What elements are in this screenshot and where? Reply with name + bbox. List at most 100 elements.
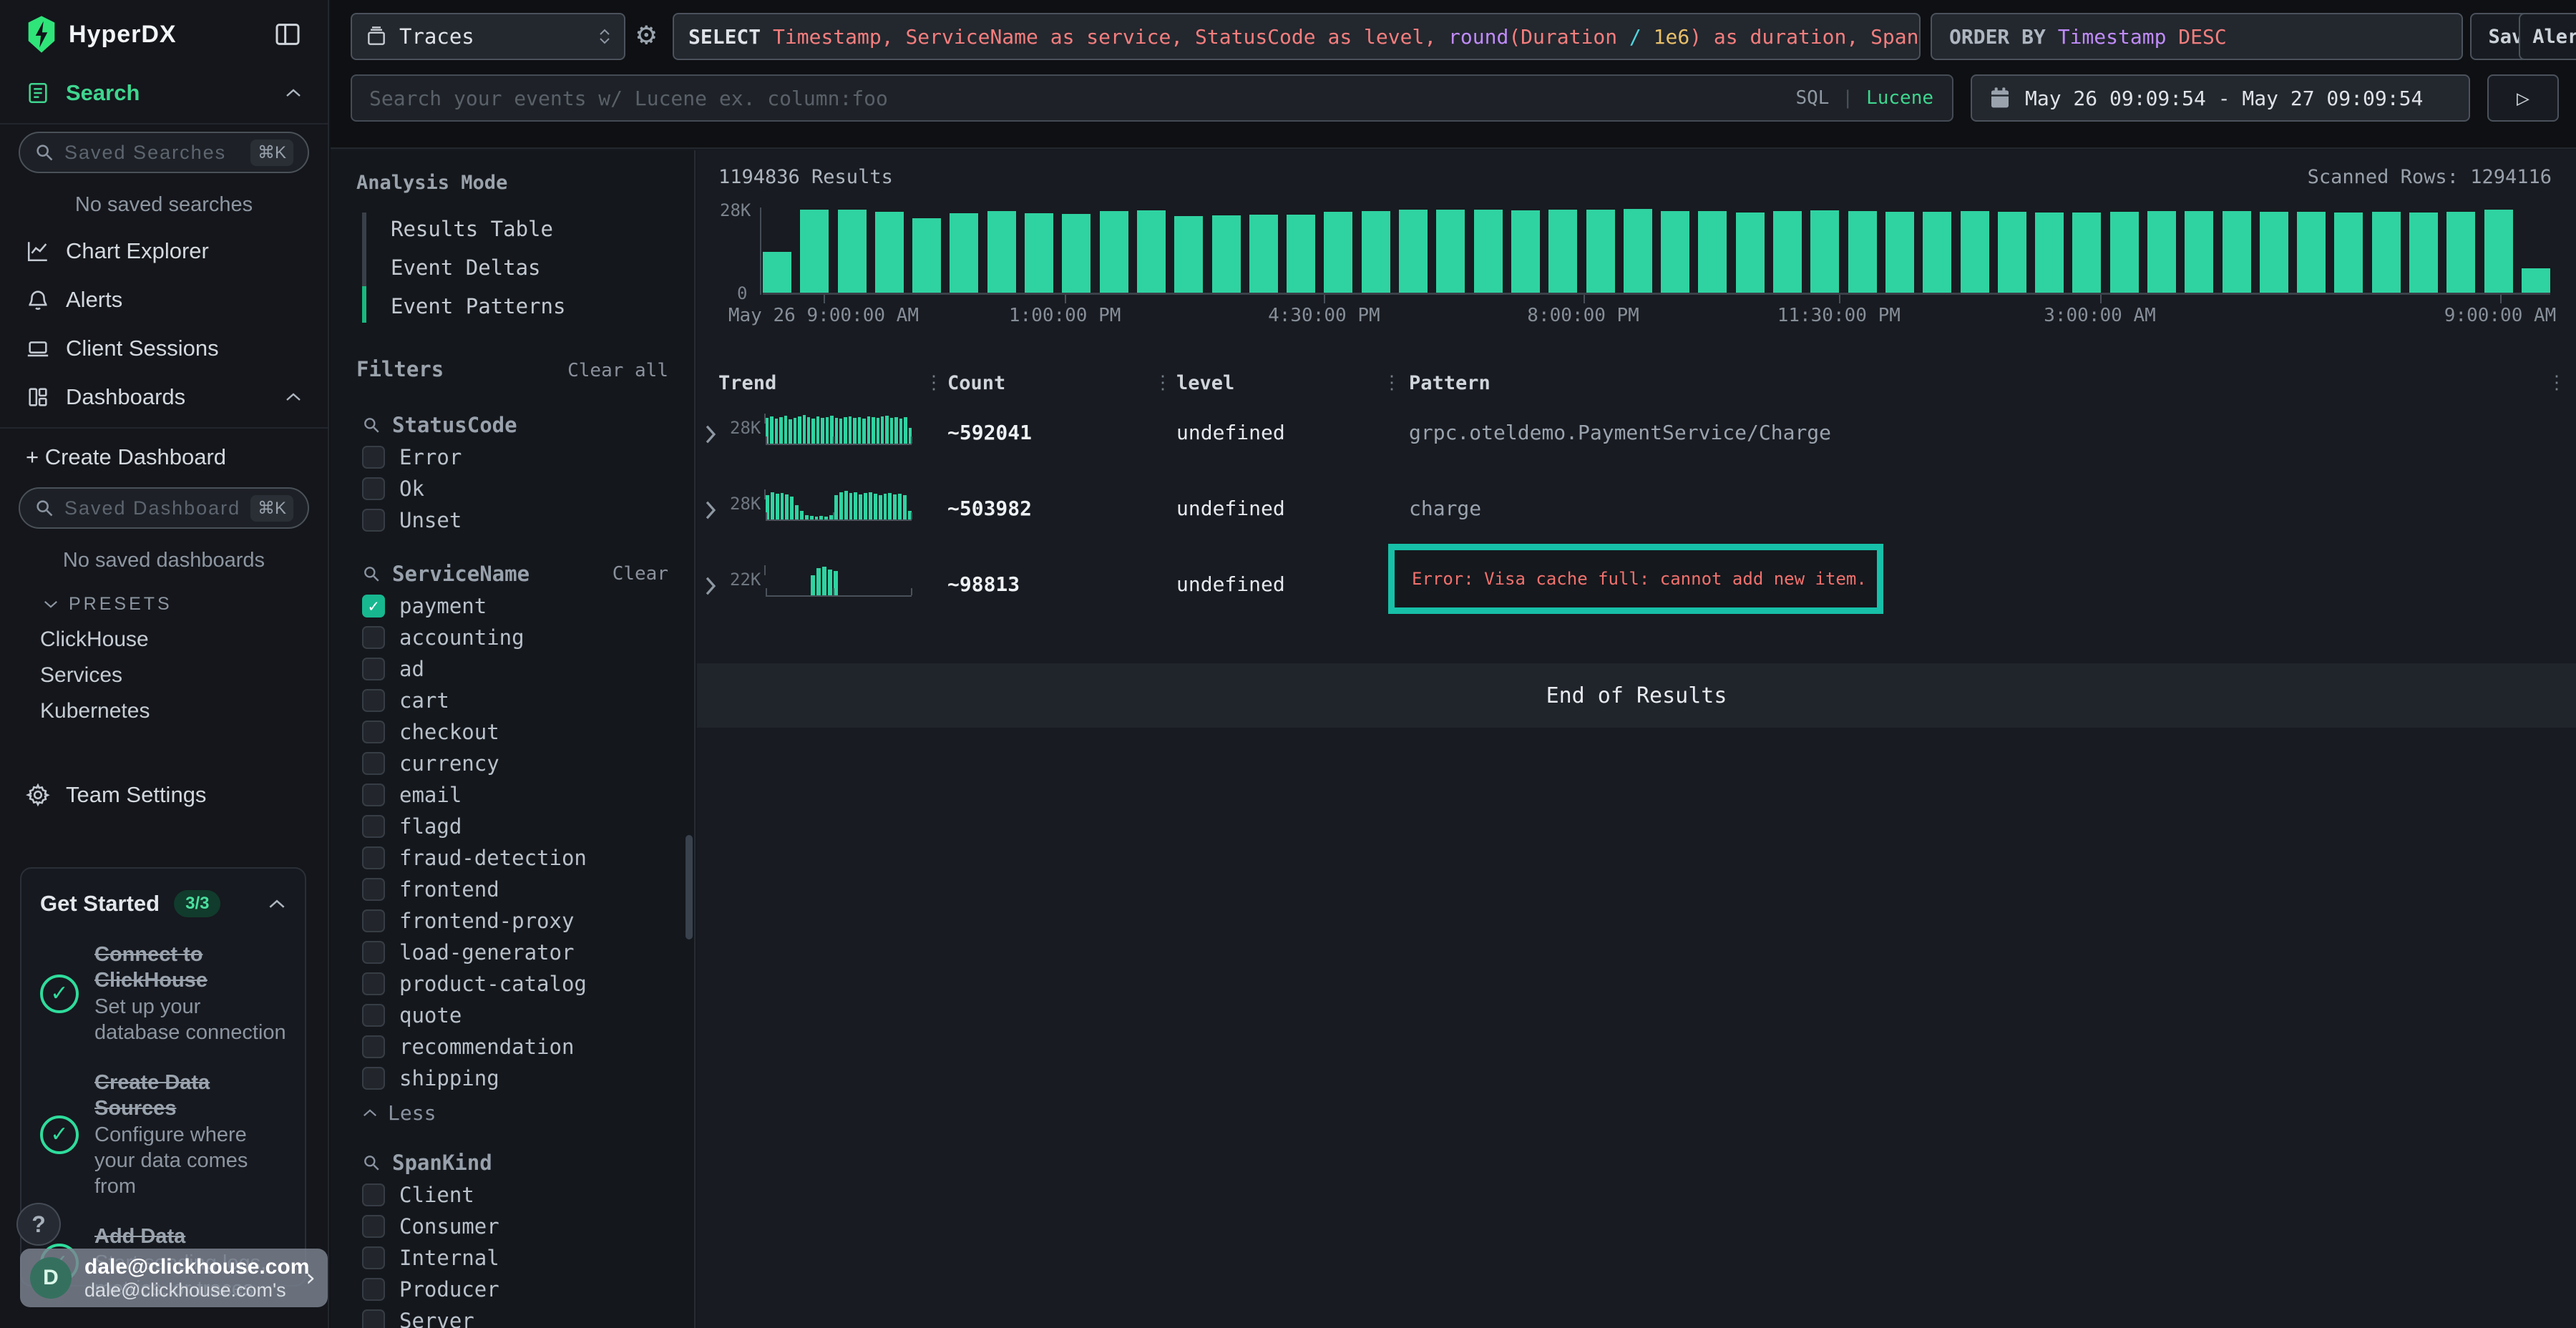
expand-row-chevron-icon[interactable] xyxy=(704,424,717,445)
filter-option[interactable]: load-generator xyxy=(331,937,694,968)
expand-row-chevron-icon[interactable] xyxy=(704,499,717,521)
filter-option[interactable]: Server xyxy=(331,1305,694,1328)
checkbox[interactable] xyxy=(362,783,385,806)
saved-searches-input[interactable] xyxy=(64,142,240,164)
saved-dashboards-input[interactable] xyxy=(64,497,240,519)
checkbox[interactable] xyxy=(362,752,385,775)
checkbox[interactable] xyxy=(362,446,385,469)
column-drag-handle-icon[interactable]: ⋮ xyxy=(1153,372,1172,394)
order-by-input[interactable]: ORDER BY Timestamp DESC xyxy=(1931,13,2463,60)
source-settings-gear-icon[interactable]: ⚙ xyxy=(637,16,656,52)
show-less-toggle[interactable]: Less xyxy=(331,1094,694,1125)
checkbox[interactable] xyxy=(362,1035,385,1058)
filter-option[interactable]: frontend xyxy=(331,874,694,905)
source-select[interactable]: Traces xyxy=(351,13,625,60)
search-icon[interactable] xyxy=(362,1153,381,1172)
date-range-picker[interactable]: May 26 09:09:54 - May 27 09:09:54 xyxy=(1971,74,2470,122)
filter-option[interactable]: flagd xyxy=(331,811,694,842)
filter-option[interactable]: product-catalog xyxy=(331,968,694,1000)
checkbox[interactable] xyxy=(362,477,385,500)
column-header-count[interactable]: Count xyxy=(947,372,1005,394)
lang-sql-option[interactable]: SQL xyxy=(1795,87,1829,109)
checkbox[interactable]: ✓ xyxy=(362,595,385,617)
checkbox[interactable] xyxy=(362,815,385,838)
sidebar-item-search[interactable]: Search xyxy=(0,69,328,117)
sidebar-item-chart-explorer[interactable]: Chart Explorer xyxy=(0,227,328,275)
filter-option[interactable]: cart xyxy=(331,685,694,716)
column-drag-handle-icon[interactable]: ⋮ xyxy=(924,372,943,394)
filters-scrollbar[interactable] xyxy=(686,835,693,939)
checkbox[interactable] xyxy=(362,846,385,869)
filter-option[interactable]: email xyxy=(331,779,694,811)
preset-dashboard-link[interactable]: ClickHouse xyxy=(0,622,328,658)
checkbox[interactable] xyxy=(362,878,385,901)
sidebar-collapse-icon[interactable] xyxy=(273,20,302,49)
get-started-item[interactable]: ✓Create Data SourcesConfigure where your… xyxy=(40,1070,286,1199)
checkbox[interactable] xyxy=(362,721,385,743)
chevron-up-icon[interactable] xyxy=(268,899,286,909)
create-dashboard-button[interactable]: + Create Dashboard xyxy=(0,434,328,480)
sidebar-item-client-sessions[interactable]: Client Sessions xyxy=(0,324,328,373)
query-language-toggle[interactable]: SQL | Lucene xyxy=(1795,87,1952,109)
preset-dashboard-link[interactable]: Services xyxy=(0,658,328,693)
column-header-level[interactable]: level xyxy=(1176,372,1234,394)
sidebar-item-team-settings[interactable]: Team Settings xyxy=(0,771,328,819)
checkbox[interactable] xyxy=(362,1183,385,1206)
event-search-input[interactable] xyxy=(352,87,1795,110)
checkbox[interactable] xyxy=(362,626,385,649)
checkbox[interactable] xyxy=(362,1246,385,1269)
analysis-mode-event-deltas[interactable]: Event Deltas xyxy=(362,248,694,287)
app-logo[interactable]: HyperDX xyxy=(26,16,177,53)
checkbox[interactable] xyxy=(362,941,385,964)
filter-option[interactable]: fraud-detection xyxy=(331,842,694,874)
filter-option[interactable]: recommendation xyxy=(331,1031,694,1063)
results-histogram[interactable]: 28K 0 xyxy=(761,208,2550,295)
checkbox[interactable] xyxy=(362,909,385,932)
filter-option[interactable]: currency xyxy=(331,748,694,779)
checkbox[interactable] xyxy=(362,509,385,532)
checkbox[interactable] xyxy=(362,1004,385,1027)
chevron-up-icon[interactable] xyxy=(285,88,302,98)
alerts-button[interactable]: Alerts xyxy=(2519,13,2576,60)
checkbox[interactable] xyxy=(362,1215,385,1238)
sidebar-item-dashboards[interactable]: Dashboards xyxy=(0,373,328,421)
pattern-row[interactable]: 28K~592041undefinedgrpc.oteldemo.Payment… xyxy=(697,405,2576,481)
analysis-mode-results-table[interactable]: Results Table xyxy=(362,210,694,248)
checkbox[interactable] xyxy=(362,1309,385,1328)
filter-option[interactable]: Internal xyxy=(331,1242,694,1274)
chevron-up-icon[interactable] xyxy=(285,392,302,402)
filter-option[interactable]: frontend-proxy xyxy=(331,905,694,937)
get-started-item[interactable]: ✓Connect to ClickHouseSet up your databa… xyxy=(40,942,286,1045)
filter-option[interactable]: Unset xyxy=(331,504,694,536)
filter-option[interactable]: Ok xyxy=(331,473,694,504)
table-options-icon[interactable]: ⋮ xyxy=(2547,372,2566,394)
checkbox[interactable] xyxy=(362,972,385,995)
filter-option[interactable]: checkout xyxy=(331,716,694,748)
filter-option[interactable]: accounting xyxy=(331,622,694,653)
analysis-mode-event-patterns[interactable]: Event Patterns xyxy=(362,287,694,326)
column-header-pattern[interactable]: Pattern xyxy=(1409,372,1491,394)
search-icon[interactable] xyxy=(362,565,381,583)
filter-option[interactable]: ad xyxy=(331,653,694,685)
highlighted-pattern-box[interactable]: Error: Visa cache full: cannot add new i… xyxy=(1388,544,1883,614)
filter-option[interactable]: Error xyxy=(331,441,694,473)
preset-dashboard-link[interactable]: Kubernetes xyxy=(0,693,328,729)
filter-option[interactable]: Consumer xyxy=(331,1211,694,1242)
pattern-row[interactable]: 22K~98813undefinedError: Visa cache full… xyxy=(697,557,2576,633)
user-menu[interactable]: D dale@clickhouse.com dale@clickhouse.co… xyxy=(20,1249,328,1307)
saved-searches-search[interactable]: ⌘K xyxy=(19,132,309,173)
column-header-trend[interactable]: Trend xyxy=(718,372,776,394)
filter-group-clear[interactable]: Clear xyxy=(613,563,668,585)
checkbox[interactable] xyxy=(362,1278,385,1301)
checkbox[interactable] xyxy=(362,658,385,680)
expand-row-chevron-icon[interactable] xyxy=(704,575,717,597)
column-drag-handle-icon[interactable]: ⋮ xyxy=(1382,372,1401,394)
filters-clear-all[interactable]: Clear all xyxy=(567,360,668,381)
checkbox[interactable] xyxy=(362,689,385,712)
sql-select-input[interactable]: SELECT Timestamp, ServiceName as service… xyxy=(673,13,1921,60)
checkbox[interactable] xyxy=(362,1067,385,1090)
filter-option[interactable]: ✓payment xyxy=(331,590,694,622)
filter-option[interactable]: shipping xyxy=(331,1063,694,1094)
help-button[interactable]: ? xyxy=(16,1203,61,1246)
search-icon[interactable] xyxy=(362,416,381,434)
